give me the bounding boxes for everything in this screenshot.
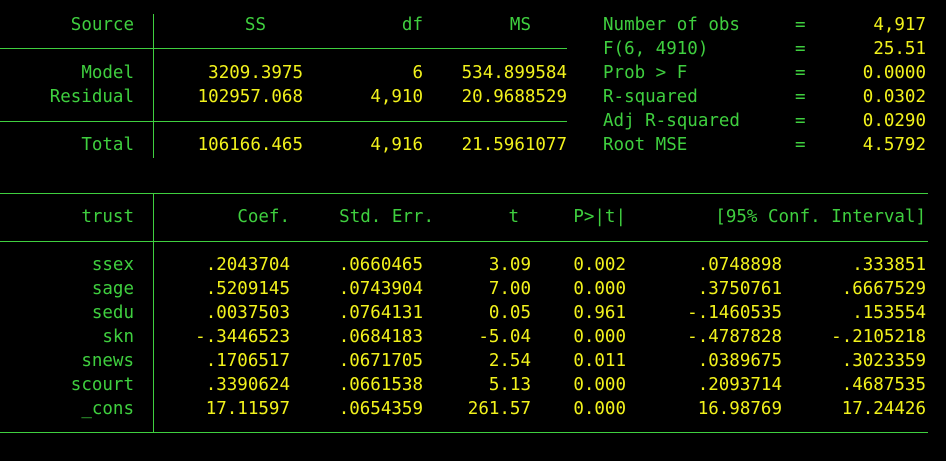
stat-value: 25.51 bbox=[873, 39, 926, 59]
stat-value: 0.0302 bbox=[862, 87, 926, 107]
stat-value: 4,917 bbox=[873, 15, 926, 35]
coef-row-ci-high: .153554 bbox=[852, 303, 926, 323]
coef-header-ci: [95% Conf. Interval] bbox=[715, 207, 926, 227]
coef-row-ci-high: 17.24426 bbox=[841, 399, 926, 419]
coef-row-ci-high: .3023359 bbox=[841, 351, 926, 371]
stat-value: 0.0290 bbox=[862, 111, 926, 131]
coef-row-ci-high: -.2105218 bbox=[831, 327, 926, 347]
stat-value: 0.0000 bbox=[862, 63, 926, 83]
coef-top-rule bbox=[0, 193, 928, 194]
coef-bottom-rule bbox=[0, 432, 928, 433]
coef-header-rule bbox=[0, 241, 928, 242]
coef-row-ci-high: .4687535 bbox=[841, 375, 926, 395]
coef-row-ci-high: .6667529 bbox=[841, 279, 926, 299]
stat-value: 4.5792 bbox=[862, 135, 926, 155]
coef-row-ci-high: .333851 bbox=[852, 255, 926, 275]
